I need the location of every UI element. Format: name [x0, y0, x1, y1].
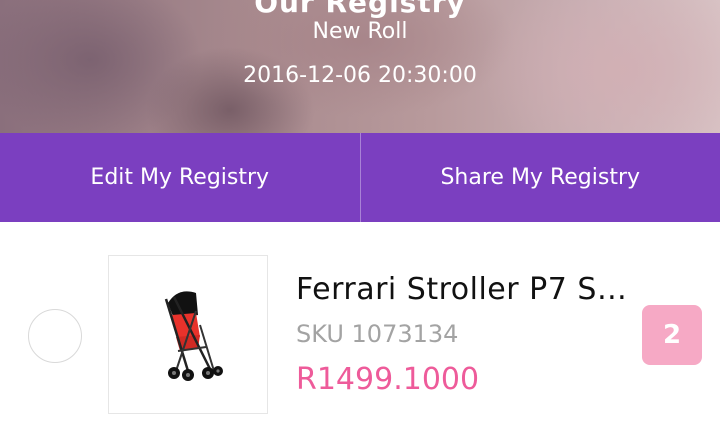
product-image[interactable] [108, 255, 268, 414]
edit-registry-button[interactable]: Edit My Registry [0, 133, 360, 222]
product-name[interactable]: Ferrari Stroller P7 Su… [296, 272, 641, 307]
stroller-icon [164, 290, 223, 381]
registry-action-bar: Edit My Registry Share My Registry [0, 133, 720, 222]
product-price: R1499.1000 [296, 362, 480, 397]
product-sku: SKU 1073134 [296, 320, 459, 348]
share-registry-button[interactable]: Share My Registry [361, 133, 720, 222]
registry-date: 2016-12-06 20:30:00 [243, 63, 477, 88]
quantity-badge[interactable]: 2 [642, 305, 702, 365]
registry-title: Our Registry [254, 0, 466, 19]
item-select-checkbox[interactable] [28, 309, 82, 363]
registry-name: New Roll [312, 19, 408, 44]
registry-header-banner: Our Registry New Roll 2016-12-06 20:30:0… [0, 0, 720, 133]
